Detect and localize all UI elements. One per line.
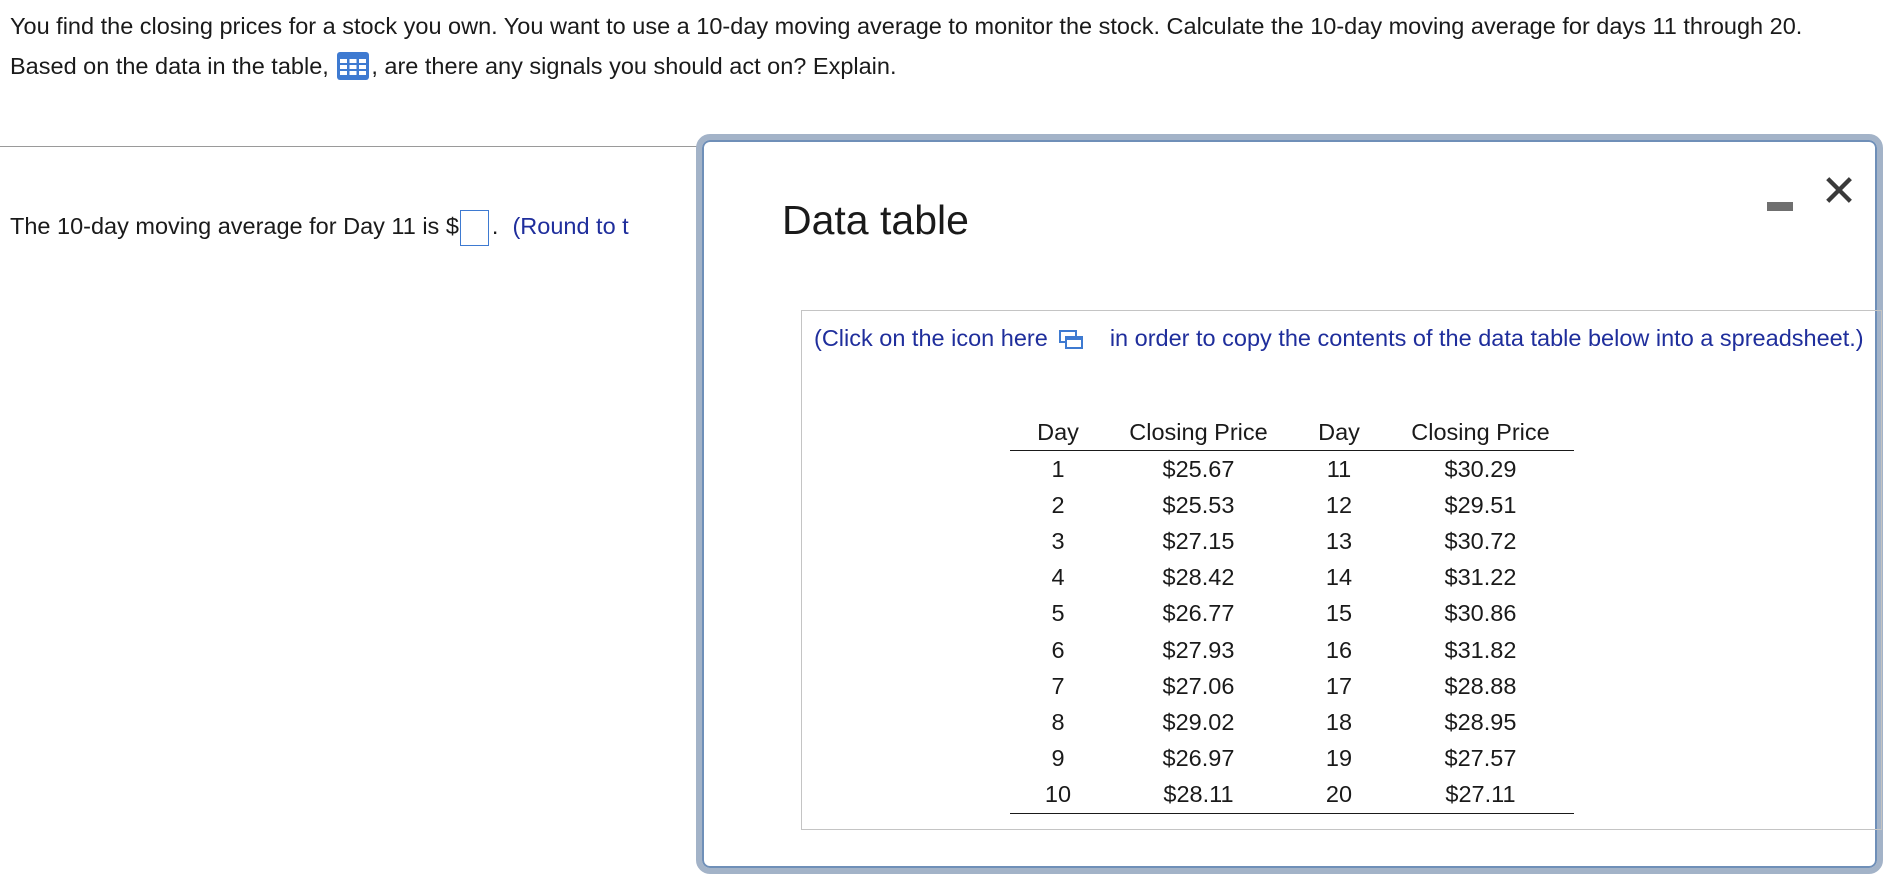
header-day-2: Day [1291, 414, 1387, 451]
minimize-icon[interactable] [1763, 188, 1797, 218]
price-cell: $25.53 [1162, 491, 1235, 518]
table-row: 5 $26.77 15 $30.86 [1010, 596, 1574, 632]
day-cell: 9 [1051, 745, 1065, 772]
price-cell: $26.77 [1162, 600, 1235, 627]
day-cell: 4 [1051, 564, 1065, 591]
question-text-part1: You find the closing prices for a stock … [10, 13, 1803, 79]
round-instruction: (Round to t [512, 213, 629, 239]
header-closing-price-1: Closing Price [1106, 414, 1291, 451]
price-cell: $30.72 [1444, 527, 1517, 554]
copy-note-part2: in order to copy the contents of the dat… [1109, 325, 1864, 351]
day-cell: 16 [1325, 636, 1353, 663]
day-cell: 2 [1051, 491, 1065, 518]
question-text-part2: , are there any signals you should act o… [371, 53, 897, 79]
closing-price-table: Day Closing Price Day Closing Price 1 $2… [1010, 414, 1574, 814]
copy-to-spreadsheet-icon[interactable] [1058, 325, 1084, 349]
section-divider [0, 146, 700, 147]
answer-prefix: The 10-day moving average for Day 11 is … [10, 213, 459, 239]
price-cell: $28.11 [1106, 776, 1291, 814]
day-cell: 12 [1325, 491, 1353, 518]
day-cell: 7 [1051, 672, 1065, 699]
answer-suffix: . [491, 213, 499, 239]
day-cell: 5 [1051, 600, 1065, 627]
table-row: 6 $27.93 16 $31.82 [1010, 632, 1574, 668]
day-cell: 1 [1051, 455, 1065, 482]
copy-note-part1: (Click on the icon here [814, 325, 1048, 351]
question-text: You find the closing prices for a stock … [10, 6, 1870, 86]
day-cell: 6 [1051, 636, 1065, 663]
moving-average-day11-input[interactable] [459, 210, 489, 246]
day-cell: 14 [1325, 564, 1353, 591]
table-row: 4 $28.42 14 $31.22 [1010, 560, 1574, 596]
price-cell: $31.22 [1444, 564, 1517, 591]
price-cell: $27.15 [1162, 527, 1235, 554]
data-table-panel: (Click on the icon here in order to copy… [801, 310, 1882, 830]
minimize-bar [1767, 202, 1793, 211]
day-cell: 13 [1325, 527, 1353, 554]
table-row: 10 $28.11 20 $27.11 [1010, 776, 1574, 814]
day-cell: 15 [1325, 600, 1353, 627]
price-cell: $27.57 [1444, 745, 1517, 772]
copy-instruction: (Click on the icon here in order to copy… [814, 321, 1864, 356]
price-cell: $25.67 [1162, 455, 1235, 482]
header-day-1: Day [1010, 414, 1106, 451]
price-cell: $28.95 [1444, 708, 1517, 735]
price-cell: $31.82 [1444, 636, 1517, 663]
price-cell: $29.02 [1162, 708, 1235, 735]
header-closing-price-2: Closing Price [1387, 414, 1574, 451]
table-header-row: Day Closing Price Day Closing Price [1010, 414, 1574, 451]
day-cell: 20 [1291, 776, 1387, 814]
price-cell: $28.42 [1162, 564, 1235, 591]
day-cell: 8 [1051, 708, 1065, 735]
day-cell: 19 [1325, 745, 1353, 772]
data-table-grid-icon[interactable] [335, 50, 371, 82]
close-icon[interactable]: ✕ [1819, 170, 1859, 214]
table-row: 2 $25.53 12 $29.51 [1010, 487, 1574, 523]
price-cell: $28.88 [1444, 672, 1517, 699]
price-cell: $26.97 [1162, 745, 1235, 772]
price-cell: $27.06 [1162, 672, 1235, 699]
table-row: 3 $27.15 13 $30.72 [1010, 523, 1574, 559]
day-cell: 18 [1325, 708, 1353, 735]
data-table-modal: Data table ✕ (Click on the icon here in … [696, 134, 1883, 874]
answer-line: The 10-day moving average for Day 11 is … [10, 206, 629, 246]
day-cell: 3 [1051, 527, 1065, 554]
table-row: 1 $25.67 11 $30.29 [1010, 451, 1574, 488]
price-cell: $30.29 [1444, 455, 1517, 482]
modal-title: Data table [782, 197, 969, 243]
price-cell: $27.11 [1387, 776, 1574, 814]
table-row: 9 $26.97 19 $27.57 [1010, 741, 1574, 777]
price-cell: $29.51 [1444, 491, 1517, 518]
price-cell: $30.86 [1444, 600, 1517, 627]
day-cell: 17 [1325, 672, 1353, 699]
price-cell: $27.93 [1162, 636, 1235, 663]
table-row: 7 $27.06 17 $28.88 [1010, 668, 1574, 704]
table-row: 8 $29.02 18 $28.95 [1010, 704, 1574, 740]
day-cell: 10 [1010, 776, 1106, 814]
day-cell: 11 [1326, 455, 1352, 482]
